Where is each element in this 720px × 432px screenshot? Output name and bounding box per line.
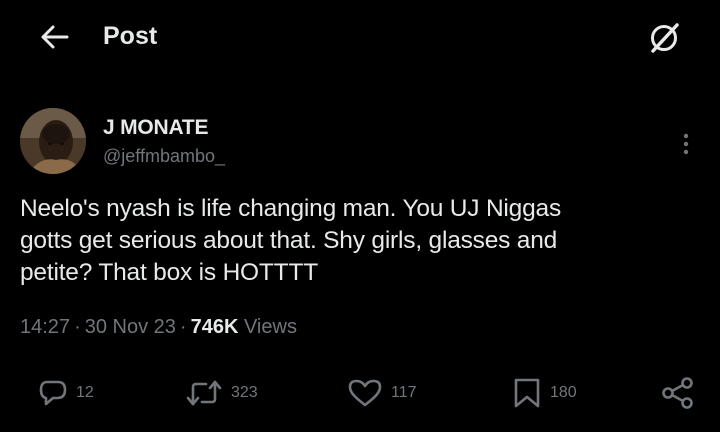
- top-bar: Post: [0, 0, 720, 72]
- author-name[interactable]: J MONATE: [103, 115, 209, 141]
- grok-button[interactable]: [643, 17, 685, 59]
- separator-dot: ·: [179, 316, 187, 338]
- views-label: Views: [243, 316, 297, 338]
- more-options-button[interactable]: [670, 128, 702, 160]
- author-handle[interactable]: @jeffmbambo_: [103, 144, 225, 168]
- share-button[interactable]: [660, 372, 696, 414]
- reply-icon: [39, 380, 67, 406]
- reply-count: 12: [76, 384, 94, 401]
- like-count: 117: [391, 384, 417, 401]
- post-date[interactable]: 30 Nov 23: [85, 316, 176, 338]
- share-icon: [662, 377, 693, 409]
- retweet-count: 323: [231, 384, 258, 401]
- bookmark-count: 180: [550, 384, 577, 401]
- retweet-button[interactable]: 323: [185, 372, 258, 414]
- back-button[interactable]: [34, 20, 74, 54]
- post-meta: 14:27 · 30 Nov 23 · 746K Views: [20, 313, 297, 341]
- post-text-line: gotts get serious about that. Shy girls,…: [20, 227, 558, 254]
- post-text-line: petite? That box is HOTTTT: [20, 259, 318, 286]
- grok-icon: [651, 23, 679, 53]
- heart-icon: [348, 379, 382, 407]
- post-time[interactable]: 14:27: [20, 316, 70, 338]
- views-count[interactable]: 746K: [191, 316, 239, 338]
- like-button[interactable]: 117: [347, 372, 417, 414]
- post-text: Neelo's nyash is life changing man. You …: [20, 193, 700, 289]
- separator-dot: ·: [74, 316, 81, 338]
- bookmark-button[interactable]: 180: [512, 372, 577, 414]
- reply-button[interactable]: 12: [38, 372, 94, 414]
- author-avatar[interactable]: [20, 108, 86, 174]
- avatar-photo: [20, 108, 86, 174]
- retweet-icon: [186, 380, 222, 406]
- arrow-left-icon: [41, 25, 69, 49]
- post-text-line: Neelo's nyash is life changing man. You …: [20, 195, 562, 222]
- more-vertical-icon: [683, 133, 689, 155]
- bookmark-icon: [514, 378, 540, 408]
- page-title: Post: [103, 22, 158, 50]
